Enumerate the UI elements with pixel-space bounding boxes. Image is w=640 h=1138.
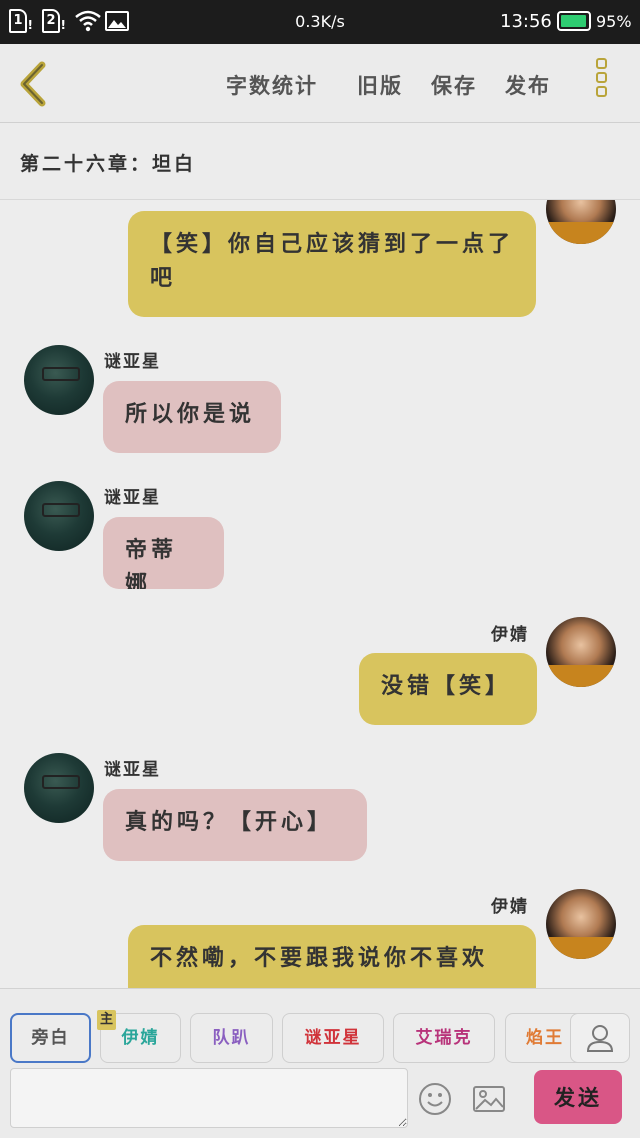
speaker-name: 谜亚星 bbox=[104, 352, 161, 372]
editor-toolbar: 字数统计 旧版 保存 发布 bbox=[0, 44, 640, 123]
main-role-badge: 主 bbox=[97, 1010, 117, 1030]
user-icon[interactable] bbox=[570, 1013, 630, 1063]
role-chip-duipa[interactable]: 队趴 bbox=[190, 1013, 273, 1063]
word-count-button[interactable]: 字数统计 bbox=[226, 70, 318, 100]
speaker-name: 伊婧 bbox=[491, 897, 529, 917]
role-label: 旁白 bbox=[31, 1028, 70, 1048]
role-label: 谜亚星 bbox=[304, 1028, 362, 1048]
message-bubble[interactable]: 没错【笑】 bbox=[359, 653, 537, 725]
emoji-icon[interactable] bbox=[418, 1082, 452, 1116]
chapter-title-bar[interactable]: 第二十六章：坦白 bbox=[0, 123, 640, 200]
message-bubble[interactable]: 所以你是说 bbox=[103, 381, 281, 453]
avatar[interactable] bbox=[546, 889, 616, 959]
send-button[interactable]: 发送 bbox=[534, 1070, 622, 1124]
avatar[interactable] bbox=[546, 200, 616, 244]
message-bubble[interactable]: 帝蒂娜 bbox=[103, 517, 224, 589]
publish-button[interactable]: 发布 bbox=[505, 70, 551, 100]
avatar[interactable] bbox=[24, 481, 94, 551]
role-chip-miyaxing[interactable]: 谜亚星 bbox=[282, 1013, 384, 1063]
avatar[interactable] bbox=[24, 345, 94, 415]
role-label: 艾瑞克 bbox=[415, 1028, 473, 1048]
input-bar: 发送 bbox=[0, 1066, 640, 1138]
old-version-button[interactable]: 旧版 bbox=[357, 70, 403, 100]
battery-fill bbox=[561, 15, 586, 27]
message-bubble[interactable]: 真的吗？【开心】 bbox=[103, 789, 367, 861]
role-chip-erick[interactable]: 艾瑞克 bbox=[393, 1013, 495, 1063]
chapter-title: 第二十六章：坦白 bbox=[20, 153, 197, 175]
save-button[interactable]: 保存 bbox=[431, 70, 477, 100]
avatar[interactable] bbox=[546, 617, 616, 687]
avatar[interactable] bbox=[24, 753, 94, 823]
battery-icon bbox=[557, 11, 591, 31]
message-bubble[interactable]: 【笑】你自己应该猜到了一点了吧 bbox=[128, 211, 536, 317]
more-vertical-icon[interactable] bbox=[596, 58, 612, 110]
image-icon[interactable] bbox=[472, 1082, 506, 1116]
battery-percentage: 95% bbox=[596, 12, 632, 31]
speaker-name: 谜亚星 bbox=[104, 488, 161, 508]
speaker-name: 谜亚星 bbox=[104, 760, 161, 780]
role-chip-narrator[interactable]: 旁白 bbox=[10, 1013, 91, 1063]
chat-area[interactable]: 【笑】你自己应该猜到了一点了吧 谜亚星 所以你是说 谜亚星 帝蒂娜 伊婧 没错【… bbox=[0, 200, 640, 988]
role-label: 伊婧 bbox=[121, 1028, 160, 1048]
role-chip-yijing[interactable]: 主 伊婧 bbox=[97, 1010, 181, 1063]
role-label: 队趴 bbox=[212, 1028, 251, 1048]
back-arrow-icon[interactable] bbox=[16, 61, 50, 107]
speaker-name: 伊婧 bbox=[491, 625, 529, 645]
message-input[interactable] bbox=[10, 1068, 408, 1128]
role-label: 焰王 bbox=[526, 1028, 564, 1048]
message-bubble[interactable]: 不然嘞，不要跟我说你不喜欢 bbox=[128, 925, 536, 988]
clock: 13:56 bbox=[500, 11, 552, 32]
role-selector: 旁白 主 伊婧 队趴 谜亚星 艾瑞克 焰王 bbox=[0, 988, 640, 1067]
status-bar: 1 2 0.3K/s 13:56 95% bbox=[0, 0, 640, 44]
